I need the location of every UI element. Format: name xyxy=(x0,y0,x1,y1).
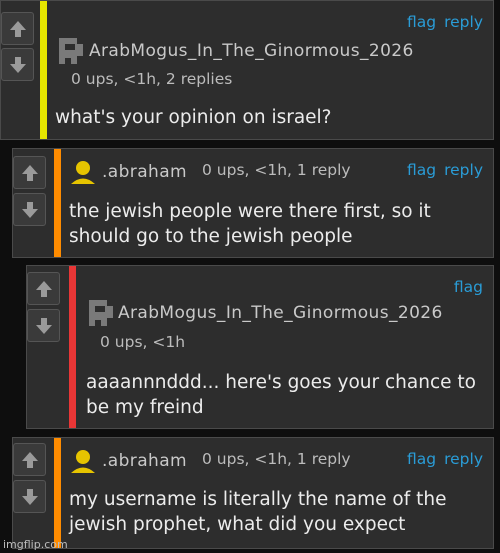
downvote-button[interactable] xyxy=(13,193,46,226)
thread-depth-stripe xyxy=(54,438,61,548)
downvote-button[interactable] xyxy=(27,309,60,342)
comment-actions: flag reply xyxy=(399,161,483,179)
comment-actions: flag xyxy=(446,278,483,296)
downvote-button[interactable] xyxy=(13,480,46,513)
reply-link[interactable]: reply xyxy=(444,450,483,468)
user-silhouette-icon xyxy=(71,450,95,473)
pixel-mogus-icon xyxy=(59,38,83,64)
comment-meta: 0 ups, <1h, 1 reply xyxy=(202,161,351,179)
comment-actions: flag reply xyxy=(399,450,483,468)
flag-link[interactable]: flag xyxy=(454,278,483,296)
comment-meta: 0 ups, <1h xyxy=(100,333,186,351)
pixel-mogus-icon xyxy=(89,300,113,326)
flag-link[interactable]: flag xyxy=(407,450,436,468)
upvote-button[interactable] xyxy=(27,272,60,305)
thread-depth-stripe xyxy=(69,266,76,428)
upvote-button[interactable] xyxy=(13,443,46,476)
arrow-down-icon xyxy=(21,488,38,505)
arrow-down-icon xyxy=(35,317,52,334)
username[interactable]: ArabMogus_In_The_Ginormous_2026 xyxy=(118,303,443,323)
thread-depth-stripe xyxy=(40,1,47,139)
reply-link[interactable]: reply xyxy=(444,161,483,179)
comment-3: flag ArabMogus_In_The_Ginormous_2026 0 u… xyxy=(26,265,494,429)
user-silhouette-icon xyxy=(71,161,95,184)
comment-meta: 0 ups, <1h, 2 replies xyxy=(71,70,233,88)
comment-text: aaaannnddd... here's goes your chance to… xyxy=(86,372,476,418)
downvote-button[interactable] xyxy=(1,48,34,81)
comment-text: what's your opinion on israel? xyxy=(55,107,332,128)
username[interactable]: ArabMogus_In_The_Ginormous_2026 xyxy=(89,41,414,61)
arrow-down-icon xyxy=(9,56,26,73)
flag-link[interactable]: flag xyxy=(407,161,436,179)
comment-meta: 0 ups, <1h, 1 reply xyxy=(202,450,351,468)
arrow-up-icon xyxy=(9,20,26,37)
flag-link[interactable]: flag xyxy=(407,13,436,31)
arrow-up-icon xyxy=(35,280,52,297)
comment-1: flag reply ArabMogus_In_The_Ginormous_202… xyxy=(0,0,494,140)
comment-text: the jewish people were there first, so i… xyxy=(69,201,431,247)
arrow-down-icon xyxy=(21,201,38,218)
comment-4: flag reply .abraham 0 ups, <1h, 1 reply m… xyxy=(12,437,494,549)
comment-text: my username is literally the name of the… xyxy=(69,489,447,535)
reply-link[interactable]: reply xyxy=(444,13,483,31)
comment-actions: flag reply xyxy=(399,13,483,31)
watermark: imgflip.com xyxy=(3,538,68,551)
arrow-up-icon xyxy=(21,451,38,468)
username[interactable]: .abraham xyxy=(102,451,187,471)
thread-depth-stripe xyxy=(54,149,61,257)
username[interactable]: .abraham xyxy=(102,162,187,182)
upvote-button[interactable] xyxy=(13,156,46,189)
arrow-up-icon xyxy=(21,164,38,181)
comment-2: flag reply .abraham 0 ups, <1h, 1 reply t… xyxy=(12,148,494,258)
upvote-button[interactable] xyxy=(1,12,34,45)
